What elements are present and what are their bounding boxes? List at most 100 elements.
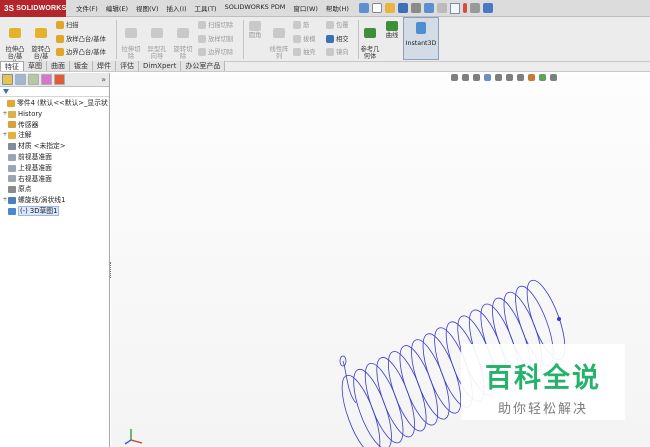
watermark-subtitle: 助你轻松解决 <box>497 402 588 417</box>
hole-wizard-button[interactable]: 异型孔 向导 <box>145 21 169 60</box>
boundary-boss-button[interactable]: 边界凸台/基体 <box>56 48 106 56</box>
tree-item[interactable]: + 螺旋线/涡状线1 <box>1 195 109 206</box>
tab-dimxpert[interactable]: DimXpert <box>139 61 182 71</box>
property-manager-tab-icon[interactable] <box>15 74 26 85</box>
tree-item-label: 传感器 <box>18 120 39 129</box>
dimxpert-manager-tab-icon[interactable] <box>41 74 52 85</box>
menu-insert[interactable]: 插入(I) <box>163 3 191 13</box>
menu-edit[interactable]: 编辑(E) <box>102 3 132 13</box>
plane-icon <box>8 175 16 183</box>
rib-icon <box>293 21 301 29</box>
tree-item[interactable]: 材质 <未指定> <box>1 141 109 152</box>
boundary-boss-label: 边界凸台/基体 <box>66 48 106 56</box>
new-document-icon[interactable] <box>371 3 382 13</box>
tree-item[interactable]: 前视基准面 <box>1 152 109 163</box>
configuration-manager-tab-icon[interactable] <box>28 74 39 85</box>
sweep-button[interactable]: 扫描 <box>56 21 79 29</box>
tree-filter[interactable] <box>0 87 109 97</box>
menu-pdm[interactable]: SOLIDWORKS PDM <box>221 3 290 13</box>
mirror-icon <box>326 48 334 56</box>
revolve-cut-icon <box>177 28 189 38</box>
sweep-cut-button[interactable]: 扫描切除 <box>198 21 233 29</box>
file-properties-icon[interactable] <box>469 3 480 13</box>
tree-item[interactable]: 右视基准面 <box>1 174 109 185</box>
loft-icon <box>56 35 64 43</box>
tree-item[interactable]: 上视基准面 <box>1 163 109 174</box>
intersect-button[interactable]: 相交 <box>326 35 349 43</box>
linear-pattern-icon <box>273 28 285 38</box>
history-icon <box>8 110 16 118</box>
tab-weldments[interactable]: 焊件 <box>93 61 116 71</box>
fillet-button[interactable]: 圆角 <box>245 21 265 39</box>
tab-surfaces[interactable]: 曲面 <box>47 61 70 71</box>
redo-icon[interactable] <box>436 3 447 13</box>
revolve-boss-icon <box>35 28 47 38</box>
revolve-cut-button[interactable]: 旋转切 除 <box>171 21 195 60</box>
save-icon[interactable] <box>397 3 408 13</box>
curves-button[interactable]: 曲线 <box>383 21 401 39</box>
filter-icon[interactable] <box>3 89 9 94</box>
menu-help[interactable]: 帮助(H) <box>322 3 353 13</box>
tab-office-products[interactable]: 办公室产品 <box>181 61 226 71</box>
boundary-cut-button[interactable]: 边界切除 <box>198 48 233 56</box>
extrude-cut-label: 拉伸切 除 <box>121 46 141 60</box>
draft-icon <box>293 35 301 43</box>
tree-item[interactable]: + History <box>1 109 109 120</box>
options-icon[interactable] <box>482 3 493 13</box>
tab-sheet-metal[interactable]: 钣金 <box>70 61 93 71</box>
solidworks-logo[interactable]: 3S SOLIDWORKS <box>0 0 66 17</box>
mirror-label: 镜向 <box>336 48 349 56</box>
loft-cut-label: 放样切割 <box>208 35 234 43</box>
tree-item[interactable]: (-) 3D草图1 <box>1 206 109 217</box>
open-folder-icon[interactable] <box>384 3 395 13</box>
tree-item[interactable]: 原点 <box>1 184 109 195</box>
print-icon[interactable] <box>410 3 421 13</box>
draft-button[interactable]: 拔模 <box>293 35 316 43</box>
instant3d-button[interactable]: Instant3D <box>403 17 439 60</box>
tab-evaluate[interactable]: 评估 <box>116 61 139 71</box>
tree-item-label: 材质 <未指定> <box>18 142 66 151</box>
boundary-cut-label: 边界切除 <box>208 48 234 56</box>
watermark: 百科全说 助你轻松解决 <box>461 344 625 420</box>
reference-geometry-label: 参考几 何体 <box>360 46 380 60</box>
feature-tree: 零件4 (默认<<默认>_显示状 + History 传感器 + 注解 材质 <未指定> 前视… <box>0 97 109 217</box>
mirror-button[interactable]: 镜向 <box>326 48 349 56</box>
pin-icon[interactable] <box>358 3 369 13</box>
shell-button[interactable]: 抽壳 <box>293 48 316 56</box>
expand-panel-icon[interactable]: » <box>101 75 106 84</box>
tree-item-label: 右视基准面 <box>18 174 52 183</box>
select-pointer-icon[interactable] <box>449 2 460 14</box>
tree-item[interactable]: 零件4 (默认<<默认>_显示状 <box>1 98 109 109</box>
wrap-button[interactable]: 包覆 <box>326 21 349 29</box>
command-manager: 拉伸凸 台/基 体 旋转凸 台/基 体 扫描 放样凸台/基体 边界凸台/基体 拉… <box>0 17 650 67</box>
extrude-cut-button[interactable]: 拉伸切 除 <box>119 21 143 60</box>
loft-button[interactable]: 放样凸台/基体 <box>56 35 106 43</box>
menu-tools[interactable]: 工具(T) <box>191 3 221 13</box>
feature-manager-tab-icon[interactable] <box>2 74 13 85</box>
linear-pattern-button[interactable]: 线性阵 列 <box>267 21 291 60</box>
rib-button[interactable]: 筋 <box>293 21 309 29</box>
reference-geometry-button[interactable]: 参考几 何体 <box>359 21 381 60</box>
sweep-cut-label: 扫描切除 <box>208 21 234 29</box>
display-manager-tab-icon[interactable] <box>54 74 65 85</box>
tree-item[interactable]: + 注解 <box>1 130 109 141</box>
loft-cut-button[interactable]: 放样切割 <box>198 35 233 43</box>
toolbar-separator <box>243 20 244 59</box>
watermark-title: 百科全说 <box>485 363 601 393</box>
part-icon <box>7 99 15 107</box>
tab-sketch[interactable]: 草图 <box>24 61 47 71</box>
tab-features[interactable]: 特征 <box>0 61 24 71</box>
tree-item-label: 螺旋线/涡状线1 <box>18 196 66 205</box>
loft-label: 放样凸台/基体 <box>66 35 106 43</box>
origin-icon <box>8 186 16 194</box>
quick-access-toolbar <box>358 2 493 14</box>
menu-view[interactable]: 视图(V) <box>132 3 163 13</box>
graphics-area[interactable]: 百科全说 助你轻松解决 <box>111 73 650 447</box>
undo-icon[interactable] <box>423 3 434 13</box>
tree-item[interactable]: 传感器 <box>1 120 109 131</box>
rib-label: 筋 <box>303 21 310 29</box>
feature-manager-panel: » 零件4 (默认<<默认>_显示状 + History 传感器 + 注解 材质 <未指定>… <box>0 73 110 447</box>
rebuild-icon[interactable] <box>462 3 467 13</box>
menu-file[interactable]: 文件(F) <box>72 3 102 13</box>
menu-window[interactable]: 窗口(W) <box>289 3 322 13</box>
